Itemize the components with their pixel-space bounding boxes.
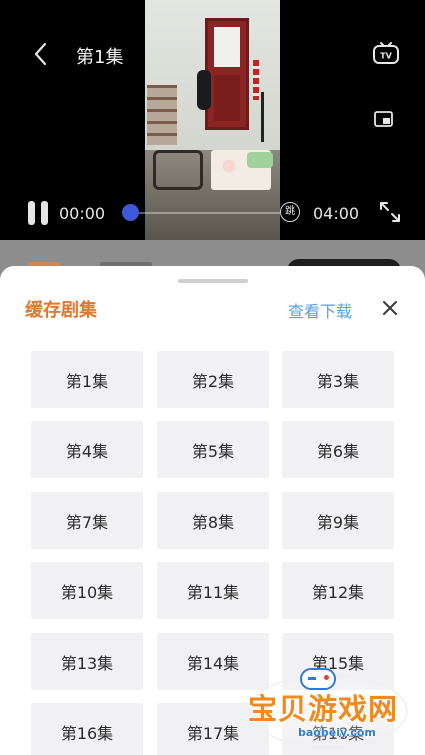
episode-tile[interactable]: 第11集 — [157, 562, 269, 619]
episode-tile[interactable]: 第15集 — [282, 633, 394, 690]
picture-in-picture-icon — [374, 111, 393, 127]
pause-icon — [28, 201, 35, 225]
svg-text:TV: TV — [380, 52, 392, 61]
episode-tile[interactable]: 第10集 — [31, 562, 143, 619]
skip-button[interactable]: 跳 — [280, 202, 300, 222]
pip-button[interactable] — [373, 110, 395, 130]
player-top-bar: 第1集 TV — [0, 0, 425, 127]
episode-grid: 第1集 第2集 第3集 第4集 第5集 第6集 第7集 第8集 第9集 第10集 第11集 第12集第… — [0, 266, 425, 755]
episode-tile[interactable]: 第12集 — [282, 562, 394, 619]
episode-tile[interactable]: 第9集 — [282, 492, 394, 549]
episode-tile[interactable]: 第6集 — [282, 421, 394, 478]
episode-tile[interactable]: 第5集 — [157, 421, 269, 478]
tv-cast-icon: TV — [373, 42, 399, 64]
episode-tile[interactable]: 第14集 — [157, 633, 269, 690]
episode-tile[interactable]: 第13集 — [31, 633, 143, 690]
episode-tile[interactable]: 第1集 — [31, 351, 143, 408]
tv-cast-button[interactable]: TV — [372, 42, 400, 68]
video-player[interactable]: 第1集 TV 00:00 跳 04:00 — [0, 0, 425, 240]
progress-knob[interactable] — [122, 204, 139, 221]
episode-tile[interactable]: 第7集 — [31, 492, 143, 549]
episode-tile[interactable]: 第18集 — [282, 703, 394, 755]
episode-title: 第1集 — [76, 47, 124, 68]
episode-tile[interactable]: 第4集 — [31, 421, 143, 478]
back-button[interactable] — [26, 40, 54, 68]
pause-button[interactable] — [28, 201, 50, 225]
total-time: 04:00 — [313, 204, 360, 223]
fullscreen-icon — [380, 202, 400, 222]
fullscreen-button[interactable] — [378, 200, 402, 224]
episode-tile[interactable]: 第2集 — [157, 351, 269, 408]
player-controls: 00:00 跳 04:00 — [0, 195, 425, 231]
episode-tile[interactable]: 第17集 — [157, 703, 269, 755]
episode-tile[interactable]: 第3集 — [282, 351, 394, 408]
episode-tile[interactable]: 第16集 — [31, 703, 143, 755]
episode-tile[interactable]: 第8集 — [157, 492, 269, 549]
cache-episodes-sheet: 缓存剧集 查看下载 第1集 第2集 第3集 第4集 第5集 第6集 第7集 第8集 第9集 第10… — [0, 266, 425, 755]
chevron-left-icon — [34, 42, 47, 66]
progress-bar[interactable] — [130, 212, 280, 214]
current-time: 00:00 — [59, 204, 106, 223]
